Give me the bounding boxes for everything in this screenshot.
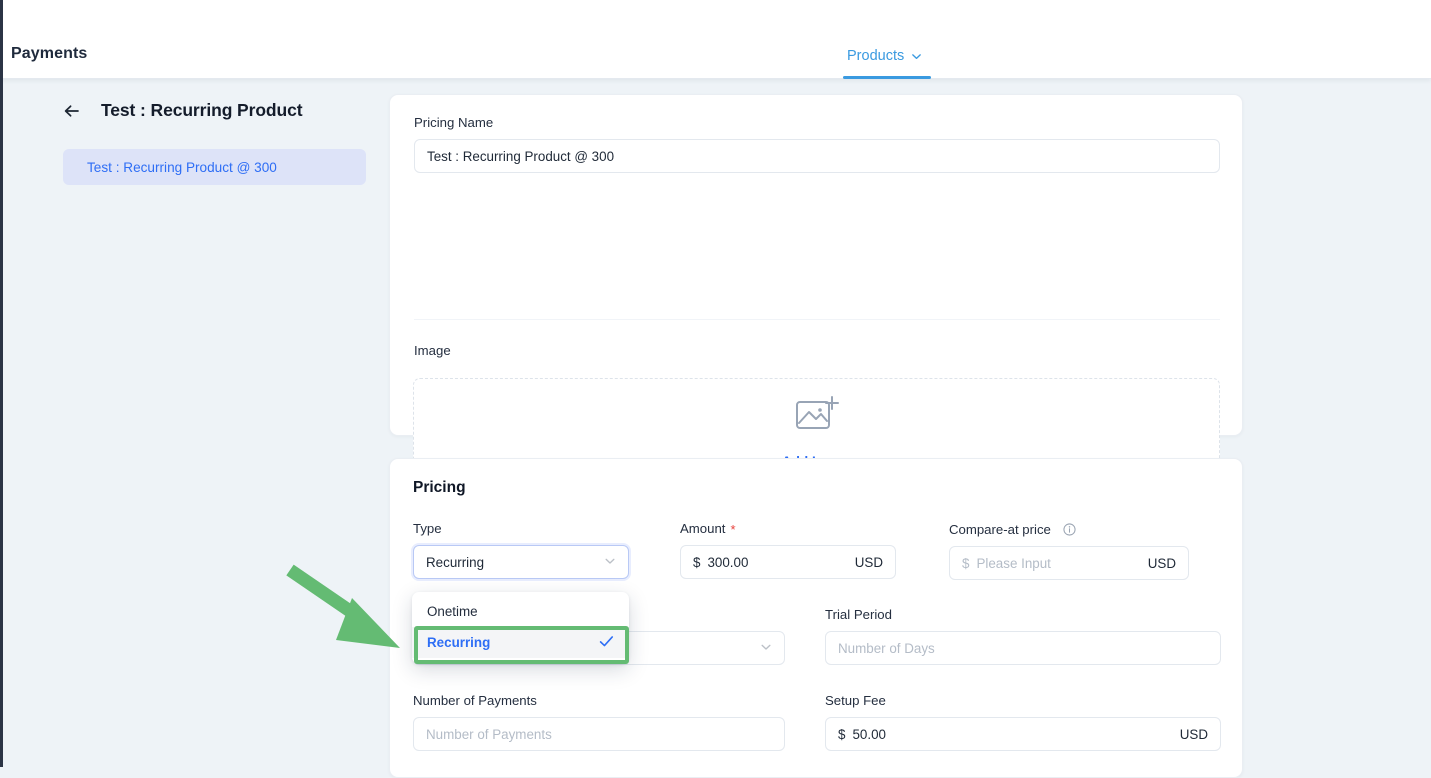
tab-products-label: Products [847, 48, 905, 64]
type-dropdown-menu: Onetime Recurring [412, 592, 629, 664]
compare-at-price-currency-suffix: USD [1147, 555, 1176, 571]
currency-prefix: $ [962, 555, 970, 571]
chevron-down-icon [604, 555, 616, 570]
sidebar: Test : Recurring Product Test : Recurrin… [0, 79, 390, 767]
amount-label: Amount * [680, 521, 896, 537]
type-option-label: Recurring [427, 635, 491, 650]
number-of-payments-field-group: Number of Payments Number of Payments [413, 693, 785, 751]
pricing-name-label: Pricing Name [414, 115, 494, 130]
page-title: Payments [11, 45, 88, 62]
trial-period-placeholder: Number of Days [838, 640, 935, 656]
type-select-value: Recurring [426, 554, 485, 570]
compare-at-price-input[interactable]: $ Please Input USD [949, 546, 1189, 580]
sidebar-item-label: Test : Recurring Product @ 300 [87, 159, 277, 175]
pricing-name-field-group: Pricing Name Test : Recurring Product @ … [414, 115, 1220, 173]
currency-prefix: $ [693, 554, 701, 570]
required-marker: * [730, 522, 736, 537]
type-field-group: Type Recurring [413, 521, 629, 579]
type-option-label: Onetime [427, 604, 478, 619]
type-select[interactable]: Recurring [413, 545, 629, 579]
type-option-onetime[interactable]: Onetime [412, 596, 629, 627]
trial-period-label: Trial Period [825, 607, 892, 622]
setup-fee-field-group: Setup Fee $ 50.00 USD [825, 693, 1221, 751]
compare-at-price-label: Compare-at price [949, 521, 1189, 537]
currency-prefix: $ [838, 726, 846, 742]
compare-at-price-label-text: Compare-at price [949, 522, 1051, 537]
compare-at-price-field-group: Compare-at price $ Please Input USD [949, 521, 1189, 580]
amount-input-value: 300.00 [707, 554, 749, 570]
arrow-left-icon[interactable] [62, 101, 82, 121]
image-label: Image [414, 343, 451, 358]
amount-input[interactable]: $ 300.00 USD [680, 545, 896, 579]
sidebar-header: Test : Recurring Product [62, 100, 303, 121]
type-label: Type [413, 521, 442, 536]
setup-fee-input-value: 50.00 [852, 726, 886, 742]
compare-at-price-placeholder: Please Input [976, 555, 1051, 571]
check-icon [599, 635, 614, 651]
amount-label-text: Amount [680, 521, 726, 536]
setup-fee-input[interactable]: $ 50.00 USD [825, 717, 1221, 751]
general-info-card: Pricing Name Test : Recurring Product @ … [389, 94, 1243, 484]
section-divider [414, 319, 1220, 320]
sidebar-item-pricing-plan[interactable]: Test : Recurring Product @ 300 [63, 149, 366, 185]
chevron-down-icon [911, 51, 922, 62]
tab-products[interactable]: Products [843, 40, 926, 79]
trial-period-input[interactable]: Number of Days [825, 631, 1221, 665]
setup-fee-label: Setup Fee [825, 693, 886, 708]
top-header-bar: Payments Products [0, 0, 1431, 79]
number-of-payments-input[interactable]: Number of Payments [413, 717, 785, 751]
app-left-rail [0, 0, 3, 767]
number-of-payments-label: Number of Payments [413, 693, 537, 708]
setup-fee-currency-suffix: USD [1179, 726, 1208, 742]
amount-field-group: Amount * $ 300.00 USD [680, 521, 896, 579]
pricing-heading: Pricing [413, 479, 466, 496]
chevron-down-icon [760, 641, 772, 656]
pricing-name-input[interactable]: Test : Recurring Product @ 300 [414, 139, 1220, 173]
type-option-recurring[interactable]: Recurring [412, 627, 629, 658]
trial-period-field-group: Trial Period Number of Days [825, 607, 1221, 665]
pricing-name-input-value: Test : Recurring Product @ 300 [427, 148, 615, 164]
image-add-icon [794, 393, 840, 442]
sidebar-title: Test : Recurring Product [101, 100, 303, 120]
info-circle-icon[interactable] [1062, 523, 1076, 536]
tab-products-active-indicator [843, 76, 931, 79]
number-of-payments-placeholder: Number of Payments [426, 726, 552, 742]
amount-currency-suffix: USD [854, 554, 883, 570]
